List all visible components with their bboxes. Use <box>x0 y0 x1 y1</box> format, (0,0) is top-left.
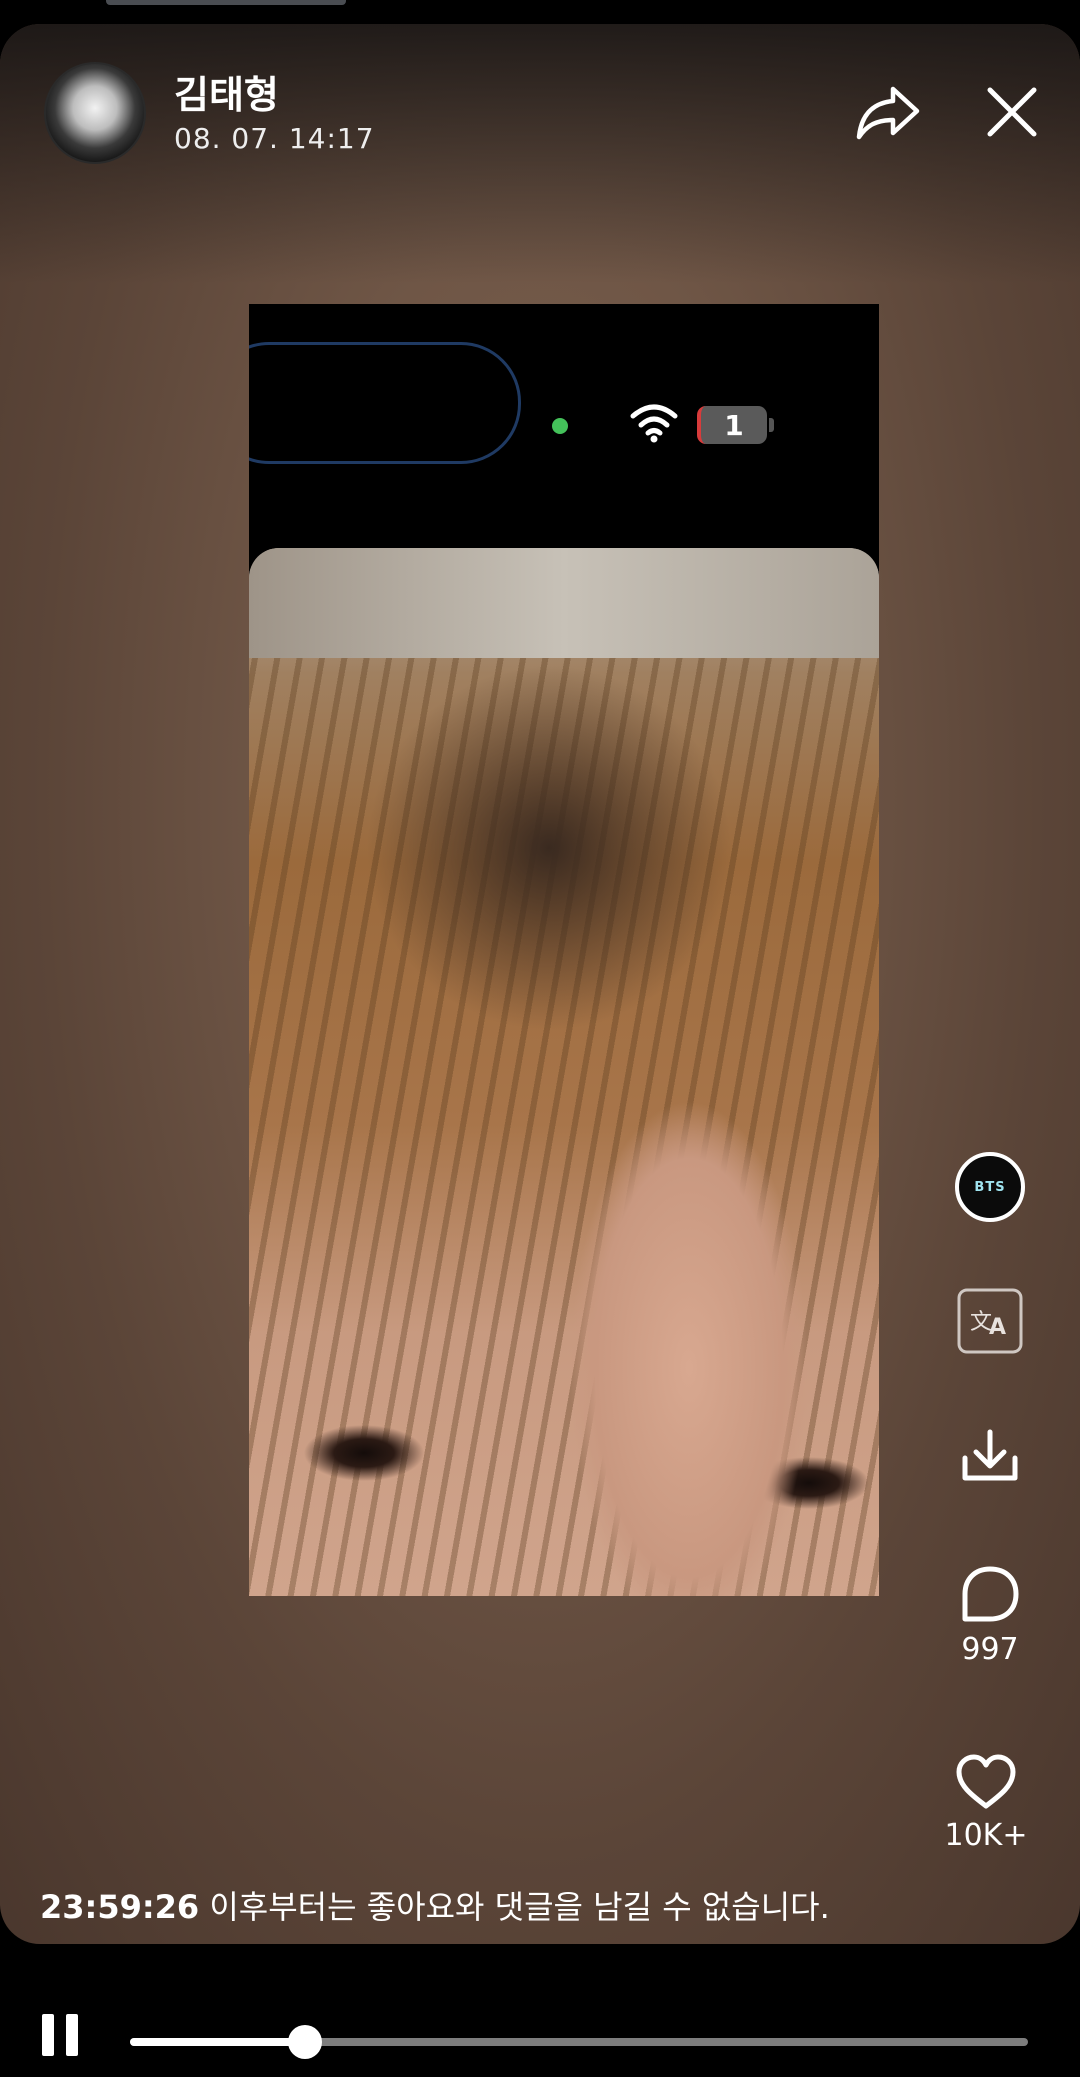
comment-count: 997 <box>961 1632 1019 1667</box>
wifi-icon <box>630 404 678 443</box>
translate-button[interactable]: 文 A <box>945 1288 1035 1354</box>
like-button[interactable]: 10K+ <box>941 1754 1031 1853</box>
artist-badge-button[interactable]: BTS <box>945 1152 1035 1222</box>
comment-icon <box>962 1566 1019 1622</box>
dynamic-island <box>249 342 521 464</box>
download-button[interactable] <box>945 1428 1035 1484</box>
progress-track[interactable] <box>130 2025 1028 2059</box>
author-name[interactable]: 김태형 <box>174 64 279 119</box>
translate-icon: 文 A <box>957 1288 1023 1354</box>
progress-thumb[interactable] <box>288 2025 323 2059</box>
close-icon <box>987 87 1037 137</box>
heart-icon <box>956 1754 1016 1809</box>
notice-text: 이후부터는 좋아요와 댓글을 남길 수 없습니다. <box>199 1888 830 1926</box>
share-button[interactable] <box>852 76 924 148</box>
battery-cap <box>769 418 774 432</box>
selfie-photo <box>249 548 879 1596</box>
progress-fill <box>130 2038 306 2046</box>
post-card: 김태형 08. 07. 14:17 1 BTS 文 A 997 10K+ 23:… <box>0 24 1080 1944</box>
download-icon <box>962 1429 1018 1481</box>
comment-button[interactable]: 997 <box>945 1564 1035 1667</box>
like-count: 10K+ <box>944 1818 1028 1853</box>
pause-icon <box>42 2014 54 2056</box>
svg-text:A: A <box>989 1315 1006 1340</box>
close-button[interactable] <box>976 76 1048 148</box>
battery-indicator: 1 <box>697 406 767 444</box>
pause-button[interactable] <box>42 2014 82 2058</box>
bts-badge: BTS <box>955 1152 1025 1222</box>
top-handle <box>106 0 346 5</box>
pause-icon-bar <box>66 2014 78 2056</box>
playback-bar <box>0 1944 1080 2077</box>
share-icon <box>856 86 920 140</box>
media-image[interactable]: 1 <box>249 304 879 1596</box>
header-shade <box>0 24 1080 284</box>
comment-deadline-notice: 23:59:26 이후부터는 좋아요와 댓글을 남길 수 없습니다. <box>40 1882 830 1928</box>
camera-indicator-dot <box>552 418 568 434</box>
avatar[interactable] <box>44 62 146 164</box>
photo-background-wall <box>249 548 879 658</box>
countdown-timer: 23:59:26 <box>40 1888 200 1926</box>
post-time: 08. 07. 14:17 <box>174 122 375 155</box>
